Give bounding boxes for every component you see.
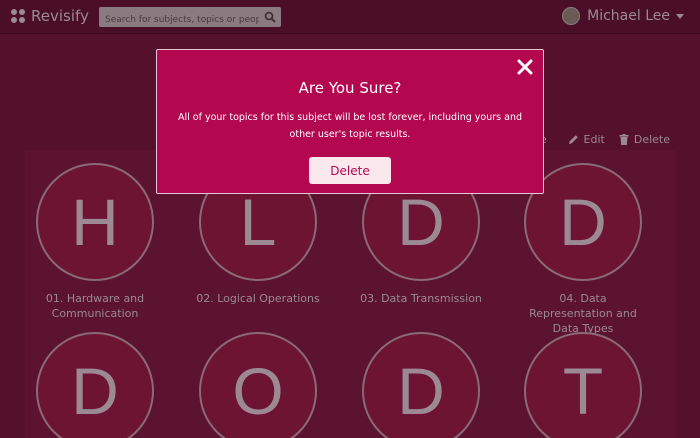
user-menu[interactable]: Michael Lee bbox=[562, 7, 684, 25]
delete-label: Delete bbox=[633, 133, 670, 146]
topic-letter: D bbox=[397, 354, 445, 428]
confirm-delete-modal: Are You Sure? All of your topics for thi… bbox=[156, 49, 544, 194]
topic-progress-ring: T bbox=[524, 332, 642, 438]
topic-progress-ring: O bbox=[199, 332, 317, 438]
modal-message: All of your topics for this subject will… bbox=[178, 112, 522, 140]
chevron-down-icon bbox=[676, 13, 684, 19]
topic-label: 02. Logical Operations bbox=[196, 292, 320, 305]
subject-actions: Edit Delete bbox=[568, 133, 670, 146]
topic-progress-ring: D bbox=[362, 332, 480, 438]
pencil-icon bbox=[568, 135, 578, 144]
search-icon[interactable] bbox=[264, 11, 276, 23]
trash-icon bbox=[619, 134, 629, 145]
topic-letter: D bbox=[71, 354, 119, 428]
close-icon[interactable] bbox=[517, 59, 533, 75]
revisify-logo-icon bbox=[11, 9, 25, 23]
topic-letter: H bbox=[71, 185, 119, 259]
topic-letter: T bbox=[562, 354, 604, 428]
topic-card[interactable]: D bbox=[356, 332, 486, 438]
top-navbar: Revisify Michael Lee bbox=[0, 0, 700, 34]
avatar bbox=[562, 7, 581, 25]
topic-progress-ring: H bbox=[36, 163, 154, 281]
user-name: Michael Lee bbox=[587, 8, 670, 24]
brand-logo[interactable]: Revisify bbox=[11, 7, 89, 25]
topic-progress-ring: D bbox=[36, 332, 154, 438]
topic-card[interactable]: O bbox=[193, 332, 323, 438]
topic-letter: D bbox=[559, 185, 607, 259]
modal-title: Are You Sure? bbox=[298, 79, 402, 97]
search-bar bbox=[99, 7, 281, 30]
topic-card[interactable]: D bbox=[30, 332, 160, 438]
topic-card[interactable]: T bbox=[518, 332, 648, 438]
topic-letter: O bbox=[232, 354, 284, 428]
topic-card[interactable]: H 01. Hardware and Communication bbox=[30, 163, 160, 321]
topic-grid: H 01. Hardware and Communication L 02. L… bbox=[25, 160, 675, 438]
edit-button[interactable]: Edit bbox=[568, 133, 605, 146]
topic-label: 03. Data Transmission bbox=[360, 292, 482, 305]
edit-label: Edit bbox=[583, 133, 605, 146]
search-input[interactable] bbox=[99, 10, 259, 30]
confirm-delete-button[interactable]: Delete bbox=[309, 157, 391, 184]
topic-letter: D bbox=[397, 185, 445, 259]
topic-label: 04. Data Representation and Data Types bbox=[529, 292, 637, 335]
delete-button[interactable]: Delete bbox=[619, 133, 670, 146]
topic-label: 01. Hardware and Communication bbox=[45, 292, 145, 320]
brand-name: Revisify bbox=[31, 7, 89, 25]
topic-letter: L bbox=[239, 185, 277, 259]
